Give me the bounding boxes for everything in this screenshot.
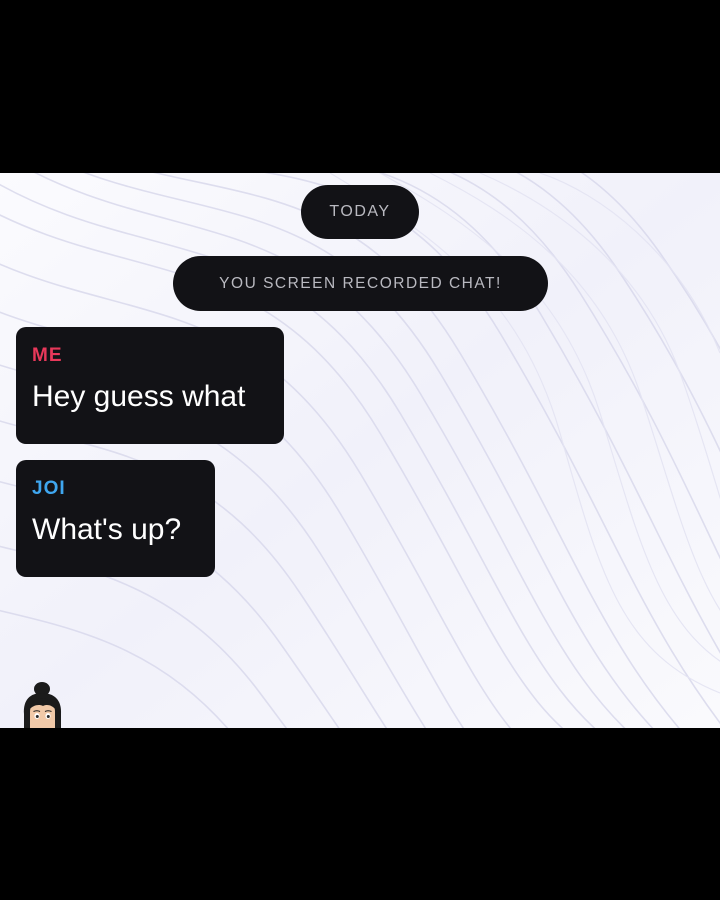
screen-recorded-notice-text: YOU SCREEN RECORDED CHAT! xyxy=(219,274,502,292)
chat-area: TODAY YOU SCREEN RECORDED CHAT! ME Hey g… xyxy=(0,173,720,728)
sender-name-me: ME xyxy=(32,345,63,366)
message-text-me: Hey guess what xyxy=(32,380,246,413)
video-frame: TODAY YOU SCREEN RECORDED CHAT! ME Hey g… xyxy=(0,0,720,900)
message-bubble-me[interactable]: ME Hey guess what xyxy=(16,327,284,444)
sender-name-joi: JOI xyxy=(32,478,66,499)
bitmoji-avatar-icon[interactable] xyxy=(18,678,68,728)
date-divider-pill: TODAY xyxy=(301,185,419,239)
date-label: TODAY xyxy=(329,203,391,220)
message-bubble-joi[interactable]: JOI What's up? xyxy=(16,460,215,577)
screen-recorded-notice: YOU SCREEN RECORDED CHAT! xyxy=(173,256,548,311)
message-text-joi: What's up? xyxy=(32,513,182,546)
